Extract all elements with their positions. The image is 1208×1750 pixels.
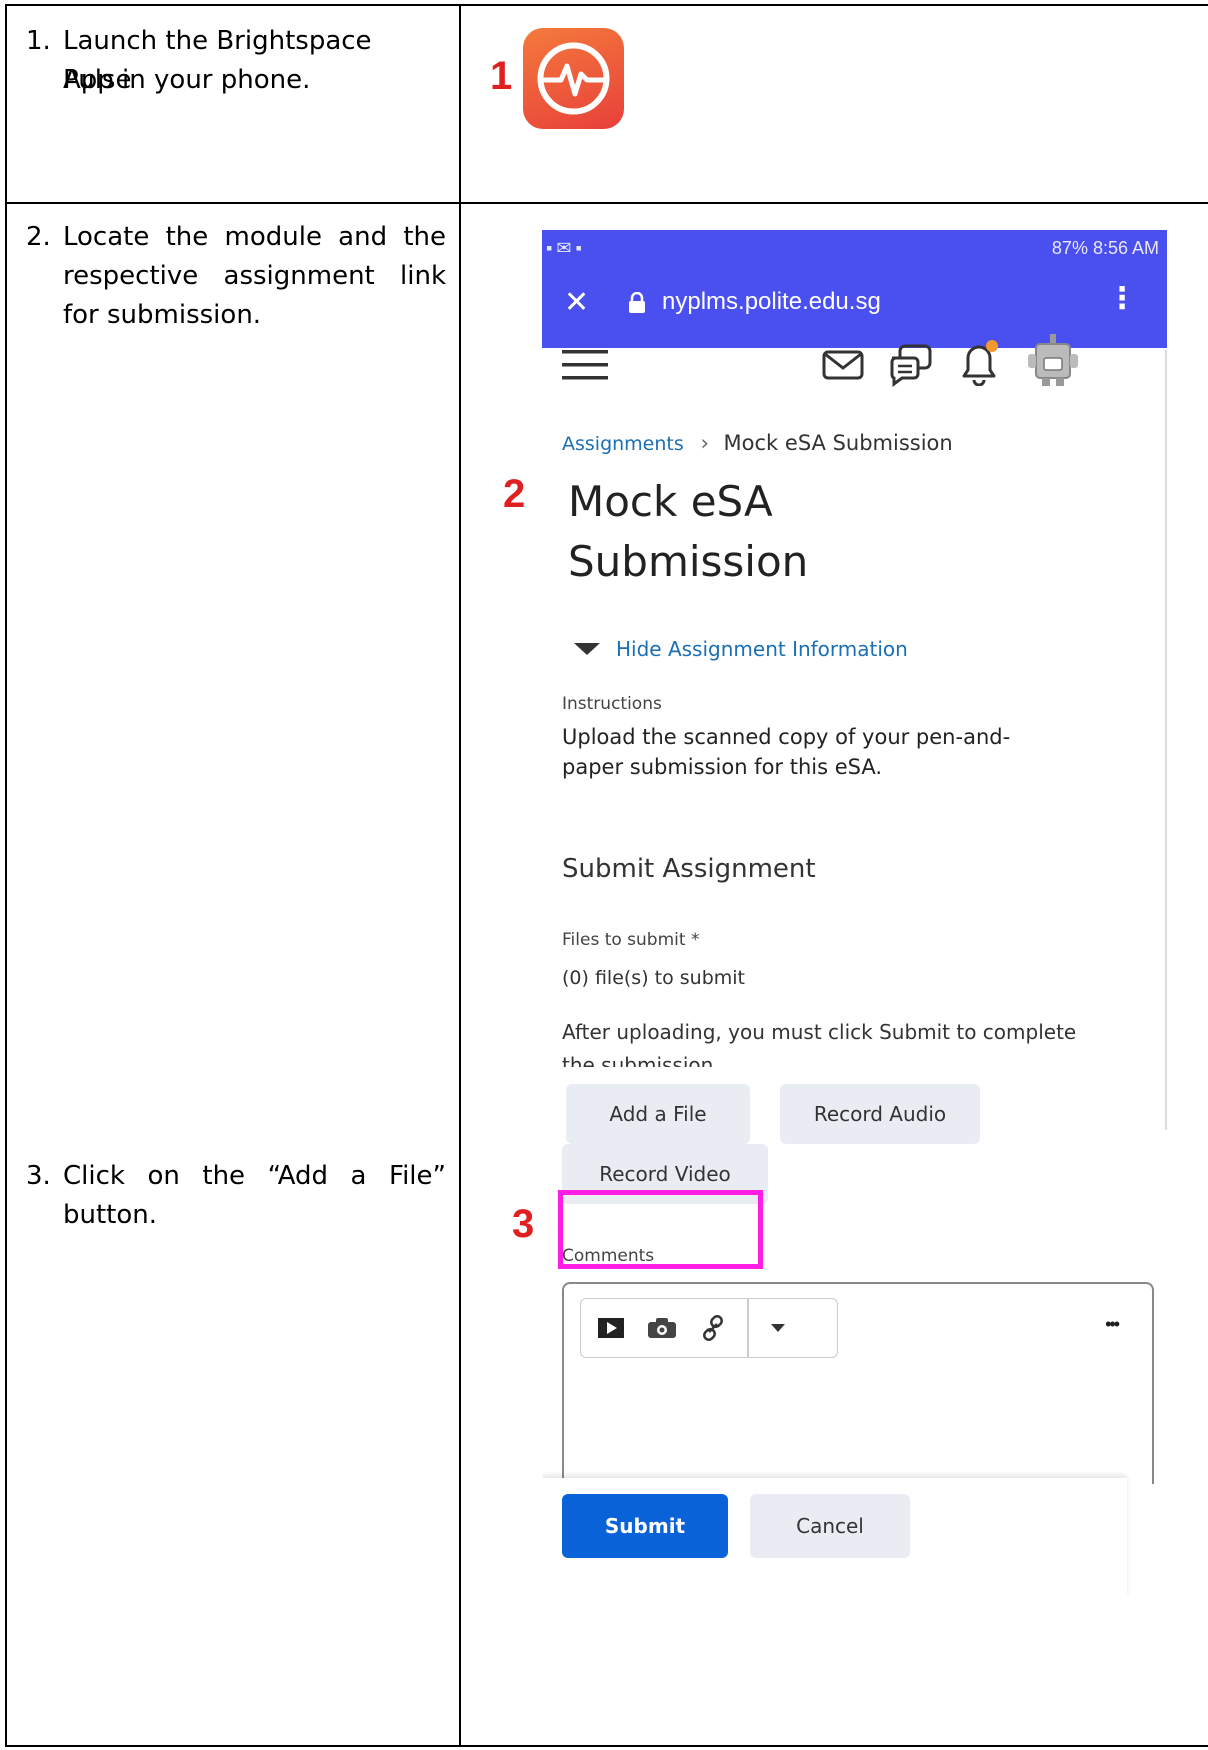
video-icon[interactable] xyxy=(597,1317,625,1339)
step-text: Click on the “Add a File” xyxy=(63,1161,446,1191)
toggle-label: Hide Assignment Information xyxy=(616,637,908,661)
editor-toolbar xyxy=(580,1298,838,1358)
more-options-icon[interactable]: ••• xyxy=(1105,1314,1120,1335)
after-upload-note: After uploading, you must click Submit t… xyxy=(562,1020,1077,1044)
chat-icon[interactable] xyxy=(888,342,934,388)
step-number: 1. xyxy=(26,26,51,56)
close-icon[interactable]: ✕ xyxy=(564,288,589,318)
step-text: respective assignment link xyxy=(63,261,446,291)
table-border-bottom xyxy=(5,1745,1208,1747)
instructions-label: Instructions xyxy=(562,694,662,714)
table-border-left xyxy=(5,4,7,1747)
step-marker-3: 3 xyxy=(512,1202,535,1246)
phone-screenshot: ▪✉▪ 87% 8:56 AM ✕ nyplms.polite.edu.sg ⋮ xyxy=(542,230,1167,1705)
step-marker-2: 2 xyxy=(503,472,526,516)
breadcrumb-current: Mock eSA Submission xyxy=(723,431,953,455)
submit-button[interactable]: Submit xyxy=(562,1494,728,1558)
submit-assignment-heading: Submit Assignment xyxy=(562,854,816,884)
form-footer: Submit Cancel xyxy=(542,1478,1127,1598)
breadcrumb-link-assignments[interactable]: Assignments xyxy=(562,433,684,455)
files-to-submit-label: Files to submit * xyxy=(562,930,700,950)
url-text[interactable]: nyplms.polite.edu.sg xyxy=(662,288,881,316)
cancel-button[interactable]: Cancel xyxy=(750,1494,910,1558)
step-text: button. xyxy=(63,1200,158,1230)
hide-assignment-info-toggle[interactable]: Hide Assignment Information xyxy=(574,634,908,664)
add-a-file-highlight xyxy=(558,1190,763,1269)
menu-icon[interactable] xyxy=(562,348,608,384)
status-right: 87% 8:56 AM xyxy=(1051,238,1159,258)
record-audio-button[interactable]: Record Audio xyxy=(780,1084,980,1144)
step-number: 3. xyxy=(26,1161,51,1191)
mail-icon[interactable] xyxy=(822,350,864,380)
step-text: Locate the module and the xyxy=(63,222,446,252)
kebab-menu-icon[interactable]: ⋮ xyxy=(1107,284,1137,314)
comments-editor[interactable]: ••• xyxy=(562,1282,1154,1484)
caret-down-icon xyxy=(574,643,600,655)
files-count: (0) file(s) to submit xyxy=(562,967,746,989)
step-text: App in your phone. xyxy=(63,65,311,95)
add-a-file-button[interactable]: Add a File xyxy=(566,1084,750,1144)
pulse-icon xyxy=(537,42,610,115)
table-border-row xyxy=(5,202,1208,204)
instructions-text: Upload the scanned copy of your pen-and-… xyxy=(562,725,1011,779)
notification-icons: ▪✉▪ xyxy=(546,238,586,258)
step-text: for submission. xyxy=(63,300,262,330)
step-number: 2. xyxy=(26,222,51,252)
table-border-middle xyxy=(459,4,461,1747)
toolbar-divider xyxy=(747,1299,749,1357)
link-icon[interactable] xyxy=(699,1314,727,1342)
table-border-top xyxy=(5,4,1208,6)
caret-down-icon[interactable] xyxy=(770,1324,785,1332)
after-upload-note-cut: the submission. xyxy=(562,1053,720,1067)
bell-icon[interactable] xyxy=(956,338,1002,386)
content-right-border xyxy=(1165,350,1167,1130)
avatar[interactable] xyxy=(1024,332,1080,388)
brightspace-pulse-app-icon[interactable] xyxy=(523,28,624,129)
step-marker-1: 1 xyxy=(490,54,513,98)
browser-bar: ▪✉▪ 87% 8:56 AM ✕ nyplms.polite.edu.sg ⋮ xyxy=(542,230,1167,348)
page-title: Mock eSA Submission xyxy=(568,477,809,586)
lock-icon xyxy=(629,292,645,313)
breadcrumb-separator: › xyxy=(700,431,709,455)
camera-icon[interactable] xyxy=(647,1317,677,1339)
breadcrumb: Assignments › Mock eSA Submission xyxy=(562,431,953,455)
